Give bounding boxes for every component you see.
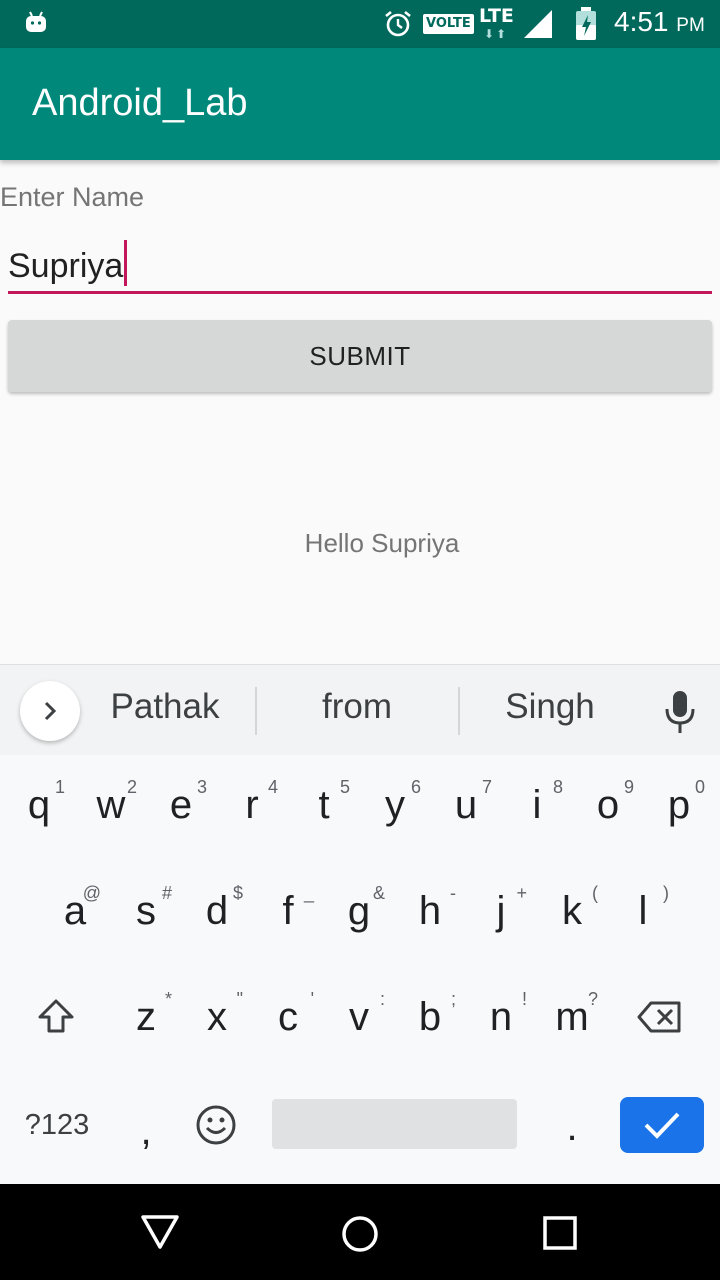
data-activity-icon: ⬇⬆ [484,27,509,41]
checkmark-icon [644,1112,680,1139]
key-f[interactable]: f _ [252,861,324,961]
key-a[interactable]: a @ [39,861,111,961]
key-r[interactable]: r4 [216,755,288,855]
name-label: Enter Name [0,182,145,212]
key-q[interactable]: q1 [3,755,75,855]
microphone-icon[interactable] [662,689,698,735]
backspace-icon [637,1001,681,1033]
submit-button[interactable]: SUBMIT [8,320,712,392]
done-key[interactable] [620,1097,704,1153]
shift-icon [38,999,74,1033]
key-y[interactable]: y6 [359,755,431,855]
key-b[interactable]: b; [394,967,466,1067]
status-bar: VOLTE LTE ⬇⬆ 4:51 PM [0,0,720,48]
key-z[interactable]: z * [110,967,182,1067]
suggestion-divider [255,687,257,735]
key-l[interactable]: l) [607,861,679,961]
soft-keyboard: Pathak from Singh q1 w2 e3 r4 t5 y6 u7 i… [0,664,720,1185]
greeting-text: Hello Supriya [304,528,460,558]
key-s[interactable]: s # [110,861,182,961]
app-bar: Android_Lab [0,48,720,160]
emoji-key[interactable] [180,1075,252,1175]
key-grid: q1 w2 e3 r4 t5 y6 u7 i8 o9 p0 a @ s # d $ f… [0,755,720,1185]
key-d[interactable]: d $ [181,861,253,961]
backspace-key[interactable] [624,967,696,1067]
period-key[interactable]: . [536,1077,608,1177]
name-input[interactable]: Supriya [8,236,712,294]
key-x[interactable]: x " [181,967,253,1067]
key-g[interactable]: g & [323,861,395,961]
suggestion-1[interactable]: Pathak [70,687,260,727]
alarm-icon [385,10,411,37]
emoji-icon [196,1105,236,1145]
key-n[interactable]: n! [465,967,537,1067]
volte-badge: VOLTE [423,14,474,34]
navigation-bar [0,1184,720,1280]
key-k[interactable]: k( [536,861,608,961]
suggestion-2[interactable]: from [262,687,452,727]
space-bar[interactable] [272,1099,517,1149]
recents-icon[interactable] [542,1215,578,1251]
key-v[interactable]: v: [323,967,395,1067]
shift-key[interactable] [20,967,92,1067]
chevron-right-icon [44,701,57,721]
key-h[interactable]: h- [394,861,466,961]
home-icon[interactable] [340,1214,380,1254]
name-input-value: Supriya [8,240,128,286]
key-t[interactable]: t5 [288,755,360,855]
key-i[interactable]: i8 [501,755,573,855]
battery-icon [576,7,596,40]
key-c[interactable]: c ' [252,967,324,1067]
key-e[interactable]: e3 [145,755,217,855]
android-icon [26,11,46,32]
key-u[interactable]: u7 [430,755,502,855]
network-type: LTE [479,5,514,27]
key-p[interactable]: p0 [643,755,715,855]
comma-key[interactable]: , [110,1081,182,1181]
clock: 4:51 PM [614,6,705,37]
key-m[interactable]: m? [536,967,608,1067]
suggestion-strip: Pathak from Singh [0,665,720,755]
key-w[interactable]: w2 [75,755,147,855]
back-icon[interactable] [140,1214,180,1250]
key-j[interactable]: j + [465,861,537,961]
app-title: Android_Lab [32,82,248,124]
symbols-key[interactable]: ?123 [20,1075,94,1175]
key-o[interactable]: o9 [572,755,644,855]
text-caret [124,240,128,286]
signal-icon [524,10,552,38]
suggestion-3[interactable]: Singh [455,687,645,727]
